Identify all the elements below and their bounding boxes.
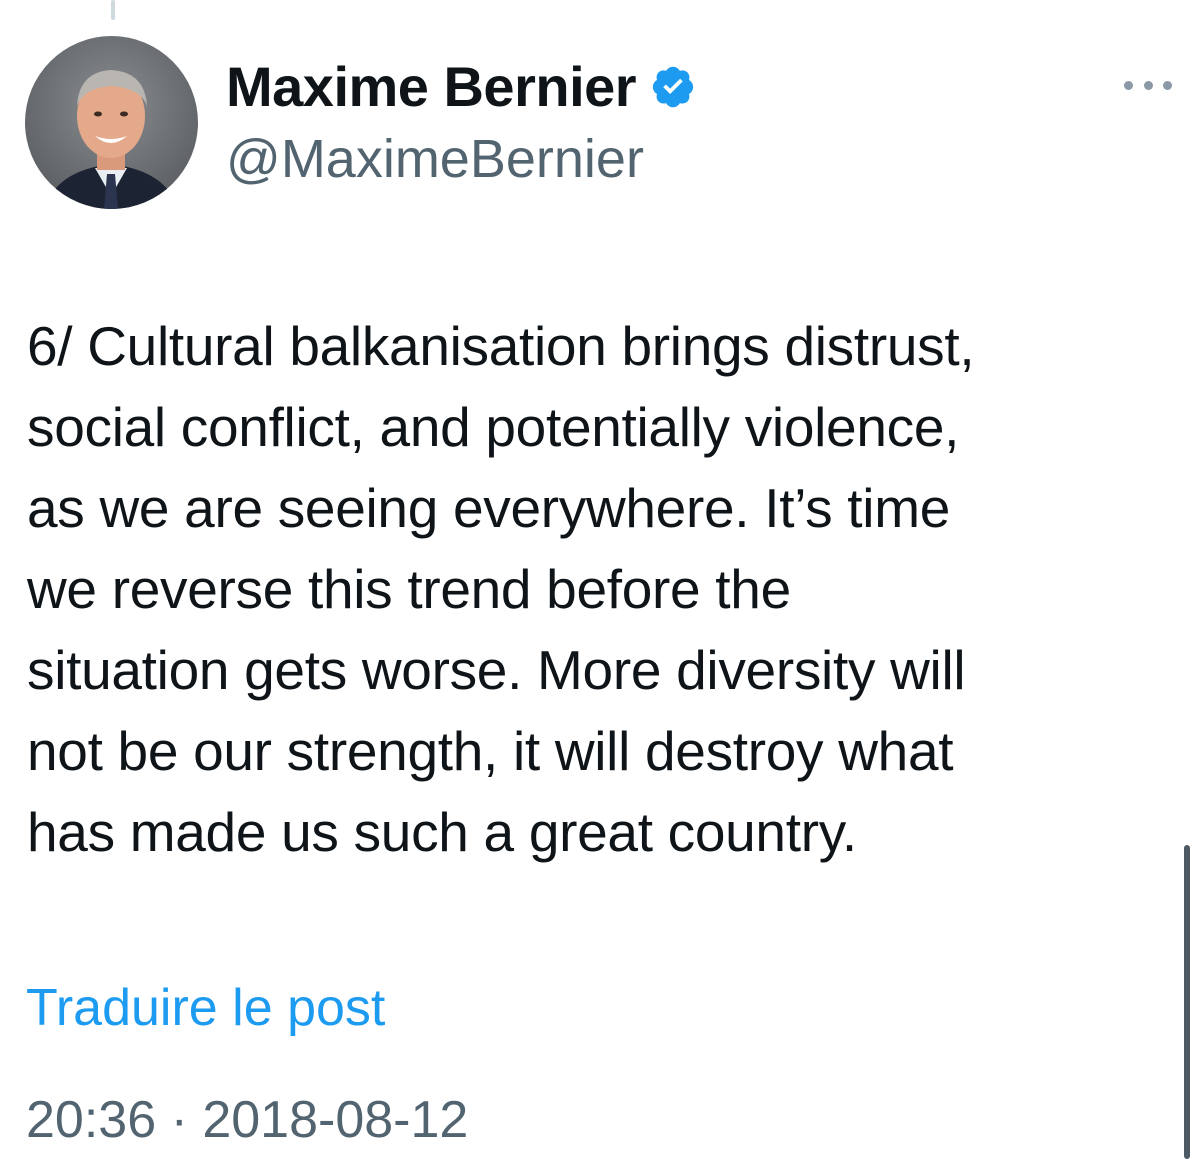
more-dot	[1163, 80, 1172, 90]
tweet-text: 6/ Cultural balkanisation brings distrus…	[27, 306, 1167, 873]
tweet-text-line: has made us such a great country.	[27, 801, 857, 863]
author-display-name[interactable]: Maxime Bernier	[226, 54, 637, 119]
translate-post-link[interactable]: Traduire le post	[26, 978, 385, 1038]
more-dot	[1143, 80, 1153, 90]
more-options-icon[interactable]	[1124, 70, 1172, 100]
avatar-photo	[25, 36, 198, 209]
tweet-text-line: not be our strength, it will destroy wha…	[27, 720, 954, 782]
verified-badge-icon	[650, 63, 696, 109]
scrollbar-thumb[interactable]	[1184, 845, 1190, 1159]
avatar[interactable]	[25, 36, 198, 209]
tweet-text-line: 6/ Cultural balkanisation brings distrus…	[27, 315, 975, 377]
author-name-row: Maxime Bernier	[226, 50, 1050, 122]
author-block[interactable]: Maxime Bernier @MaximeBernier	[226, 50, 1050, 190]
tweet-text-line: situation gets worse. More diversity wil…	[27, 639, 966, 701]
post-timestamp[interactable]: 20:36 · 2018-08-12	[26, 1090, 468, 1150]
thread-connector-line	[111, 0, 115, 20]
tweet-text-line: we reverse this trend before the	[27, 558, 791, 620]
tweet-text-line: social conflict, and potentially violenc…	[27, 396, 960, 458]
more-dot	[1124, 80, 1133, 90]
tweet-text-line: as we are seeing everywhere. It’s time	[27, 477, 951, 539]
author-handle[interactable]: @MaximeBernier	[226, 128, 1050, 190]
